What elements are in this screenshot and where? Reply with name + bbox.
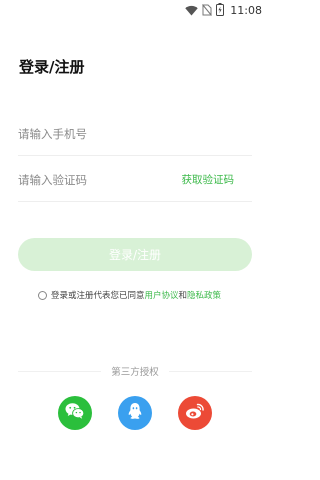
weibo-icon xyxy=(185,402,205,424)
third-party-label: 第三方授权 xyxy=(111,367,159,378)
page-title: 登录/注册 xyxy=(19,58,85,76)
wechat-login-button[interactable] xyxy=(58,396,92,430)
phone-field-row xyxy=(18,112,252,156)
get-code-button[interactable]: 获取验证码 xyxy=(182,172,235,187)
divider-line-right xyxy=(168,370,253,372)
agreement-and: 和 xyxy=(178,291,188,301)
qq-icon xyxy=(127,402,143,424)
status-bar: 11:08 xyxy=(0,0,270,20)
login-register-button[interactable]: 登录/注册 xyxy=(18,238,252,271)
phone-input[interactable] xyxy=(18,112,168,156)
user-agreement-link[interactable]: 用户协议 xyxy=(145,289,179,301)
wifi-icon xyxy=(185,1,198,20)
qq-login-button[interactable] xyxy=(118,396,152,430)
privacy-policy-link[interactable]: 隐私政策 xyxy=(187,289,221,301)
wechat-icon xyxy=(65,402,85,424)
status-time: 11:08 xyxy=(230,3,262,17)
agreement-row: 登录或注册代表您已同意 用户协议 和 隐私政策 xyxy=(38,288,221,302)
weibo-login-button[interactable] xyxy=(178,396,212,430)
third-party-divider: 第三方授权 xyxy=(18,364,253,378)
agreement-prefix: 登录或注册代表您已同意 xyxy=(51,291,145,301)
verification-code-input[interactable] xyxy=(18,158,168,202)
agreement-radio[interactable] xyxy=(38,290,47,300)
battery-icon xyxy=(216,1,225,20)
code-field-row: 获取验证码 xyxy=(18,158,252,202)
no-sim-icon xyxy=(202,1,213,20)
status-icons: 11:08 xyxy=(185,2,262,18)
divider-line-left xyxy=(18,370,102,372)
